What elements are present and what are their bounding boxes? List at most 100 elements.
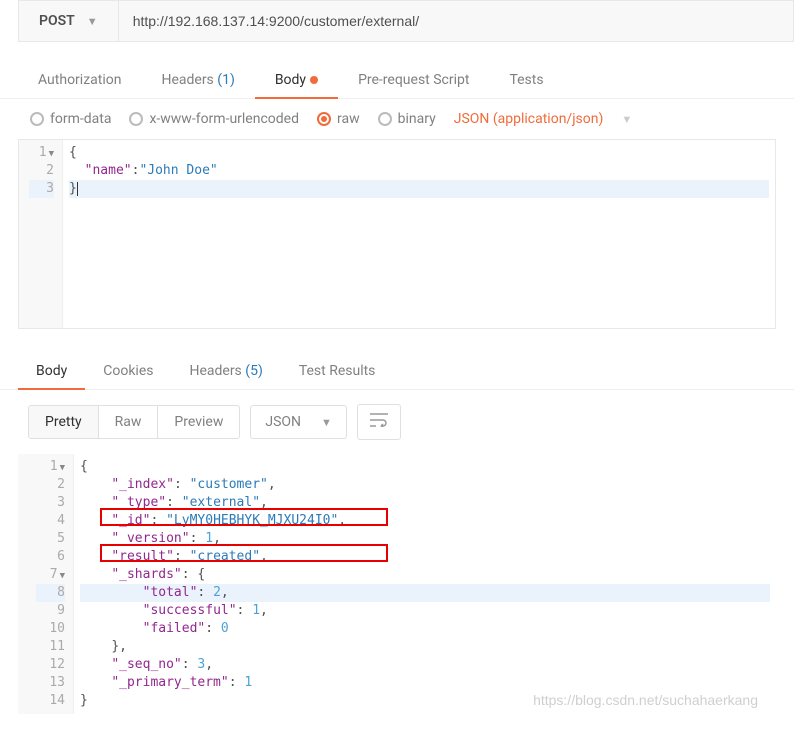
code-text: "_index": [111, 477, 174, 492]
tab-prerequest[interactable]: Pre-request Script: [338, 62, 489, 98]
request-tabs: Authorization Headers (1) Body Pre-reque…: [0, 62, 794, 99]
radio-label: form-data: [50, 111, 111, 127]
headers-count: (5): [245, 363, 263, 379]
tab-label: Tests: [509, 72, 543, 88]
line-number: 10: [49, 621, 65, 636]
request-bar: POST ▼: [18, 0, 794, 42]
code-text: "external": [182, 495, 260, 510]
resp-tab-tests[interactable]: Test Results: [281, 353, 394, 389]
code-text: "created": [190, 549, 260, 564]
request-body-editor[interactable]: 1▼ 2 3 { "name":"John Doe" }: [18, 139, 776, 329]
watermark-text: https://blog.csdn.net/suchahaerkang: [533, 692, 758, 708]
content-type-label: JSON (application/json): [454, 111, 604, 127]
code-text: "_version": [111, 531, 189, 546]
code-text: "_seq_no": [111, 657, 181, 672]
line-number: 2: [46, 163, 54, 178]
radio-icon: [317, 112, 331, 126]
wrap-lines-button[interactable]: [357, 404, 401, 440]
line-number: 3: [57, 495, 65, 510]
line-gutter: 1▼ 2 3 4 5 6 7▼ 8 9 10 11 12 13 14: [18, 454, 74, 714]
tab-authorization[interactable]: Authorization: [18, 62, 141, 98]
code-text: "_type": [111, 495, 166, 510]
fold-icon[interactable]: ▼: [60, 463, 65, 473]
code-text: "customer": [190, 477, 268, 492]
line-number: 8: [57, 585, 65, 600]
btn-label: Preview: [174, 414, 223, 430]
code-text: "result": [111, 549, 174, 564]
tab-label: Headers: [161, 72, 213, 88]
radio-raw[interactable]: raw: [317, 111, 360, 127]
code-text: "_primary_term": [111, 675, 228, 690]
code-text: {: [69, 145, 77, 160]
line-number: 1: [39, 145, 47, 160]
line-number: 5: [57, 531, 65, 546]
tab-label: Body: [275, 72, 306, 88]
line-number: 3: [46, 181, 54, 196]
wrap-icon: [370, 413, 388, 427]
code-text: 1: [205, 531, 213, 546]
chevron-down-icon: ▼: [321, 416, 332, 429]
radio-label: x-www-form-urlencoded: [149, 111, 299, 127]
method-select[interactable]: POST ▼: [19, 1, 119, 41]
line-number: 14: [49, 693, 65, 708]
radio-icon: [378, 112, 392, 126]
code-text: "successful": [143, 603, 237, 618]
code-text: 1: [252, 603, 260, 618]
resp-tab-headers[interactable]: Headers (5): [171, 353, 280, 389]
view-pretty[interactable]: Pretty: [29, 406, 99, 438]
resp-tab-cookies[interactable]: Cookies: [85, 353, 171, 389]
tab-headers[interactable]: Headers (1): [141, 62, 254, 98]
code-text: 1: [244, 675, 252, 690]
radio-icon: [129, 112, 143, 126]
response-body-editor[interactable]: 1▼ 2 3 4 5 6 7▼ 8 9 10 11 12 13 14 { "_i…: [18, 454, 776, 714]
code-text: }: [80, 693, 88, 708]
url-input[interactable]: [119, 1, 793, 41]
radio-label: binary: [398, 111, 436, 127]
code-area[interactable]: { "_index": "customer", "_type": "extern…: [74, 454, 776, 714]
tab-label: Test Results: [299, 363, 376, 379]
fold-icon[interactable]: ▼: [60, 571, 65, 581]
format-label: JSON: [265, 414, 301, 430]
code-text: 0: [221, 621, 229, 636]
line-gutter: 1▼ 2 3: [19, 140, 63, 328]
line-number: 12: [49, 657, 65, 672]
method-label: POST: [39, 13, 75, 29]
code-text: },: [111, 639, 127, 654]
headers-count: (1): [217, 72, 235, 88]
response-view-row: Pretty Raw Preview JSON ▼: [0, 390, 794, 454]
radio-binary[interactable]: binary: [378, 111, 436, 127]
code-text: 3: [197, 657, 205, 672]
code-area[interactable]: { "name":"John Doe" }: [63, 140, 775, 328]
tab-label: Authorization: [38, 72, 121, 88]
line-number: 7: [50, 567, 58, 582]
line-number: 4: [57, 513, 65, 528]
fold-icon[interactable]: ▼: [49, 149, 54, 159]
chevron-down-icon: ▼: [87, 15, 98, 28]
code-text: "John Doe": [139, 163, 217, 178]
response-tabs: Body Cookies Headers (5) Test Results: [0, 353, 794, 390]
code-text: "_id": [111, 513, 150, 528]
tab-label: Pre-request Script: [358, 72, 469, 88]
tab-body[interactable]: Body: [255, 62, 338, 98]
btn-label: Pretty: [45, 414, 82, 430]
btn-label: Raw: [115, 414, 142, 430]
code-text: {: [197, 567, 205, 582]
line-number: 13: [49, 675, 65, 690]
line-number: 6: [57, 549, 65, 564]
code-text: }: [69, 181, 77, 196]
view-mode-group: Pretty Raw Preview: [28, 405, 240, 439]
code-text: 2: [213, 585, 221, 600]
format-select[interactable]: JSON ▼: [250, 405, 347, 439]
code-text: "failed": [143, 621, 206, 636]
content-type-select[interactable]: JSON (application/json)▼: [454, 111, 633, 127]
resp-tab-body[interactable]: Body: [18, 353, 85, 389]
modified-dot-icon: [310, 76, 318, 84]
tab-tests[interactable]: Tests: [489, 62, 563, 98]
radio-formdata[interactable]: form-data: [30, 111, 111, 127]
code-text: {: [80, 459, 88, 474]
body-type-row: form-data x-www-form-urlencoded raw bina…: [0, 99, 794, 139]
code-text: "LyMY0HEBHYK_MJXU24I0": [166, 513, 338, 528]
radio-urlencoded[interactable]: x-www-form-urlencoded: [129, 111, 299, 127]
view-raw[interactable]: Raw: [99, 406, 159, 438]
view-preview[interactable]: Preview: [158, 406, 239, 438]
